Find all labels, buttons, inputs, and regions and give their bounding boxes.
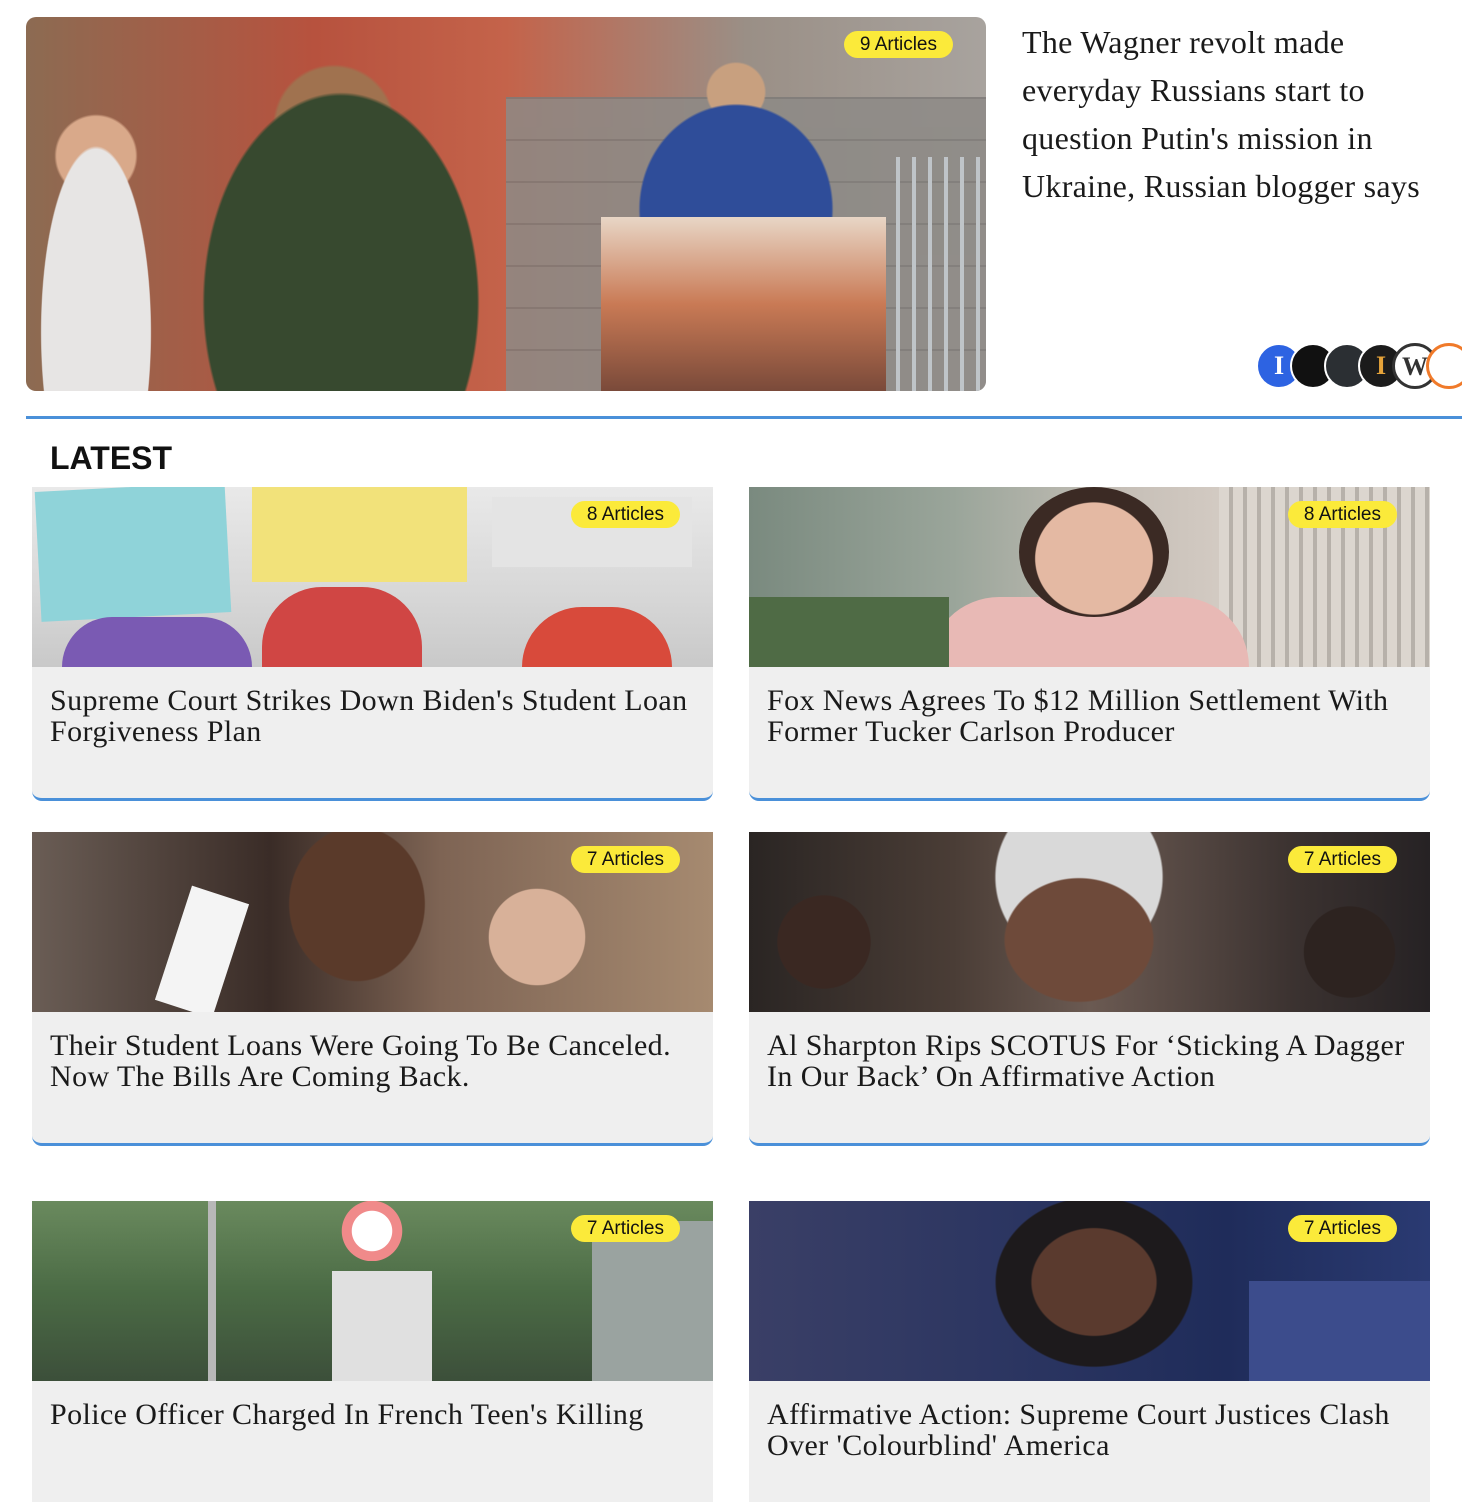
article-count-badge: 7 Articles (570, 846, 680, 873)
news-card[interactable]: 8 Articles Supreme Court Strikes Down Bi… (32, 487, 713, 801)
section-title: LATEST (50, 440, 173, 476)
hero-image-woman (26, 97, 166, 391)
protest-sign-yellow (252, 487, 467, 582)
person-left (749, 872, 899, 1012)
news-card[interactable]: 7 Articles Police Officer Charged In Fre… (32, 1201, 713, 1502)
smiling-graduate (262, 832, 452, 1012)
hero-image[interactable]: 9 Articles (26, 17, 986, 391)
card-headline[interactable]: Al Sharpton Rips SCOTUS For ‘Sticking A … (767, 1030, 1417, 1092)
person-right (1269, 892, 1430, 1012)
protester-red-shirt (262, 587, 422, 667)
news-card[interactable]: 7 Articles Their Student Loans Were Goin… (32, 832, 713, 1146)
card-headline[interactable]: Police Officer Charged In French Teen's … (50, 1399, 700, 1430)
card-headline[interactable]: Affirmative Action: Supreme Court Justic… (767, 1399, 1417, 1461)
section-divider (26, 416, 1462, 419)
article-count-badge: 7 Articles (1287, 846, 1397, 873)
source-logos[interactable]: IIW (1256, 343, 1462, 391)
flare-smoke (332, 1201, 412, 1261)
protester-purple-shirt (62, 617, 252, 667)
article-count-badge: 9 Articles (843, 31, 953, 58)
building (592, 1221, 713, 1381)
justice-portrait (979, 1201, 1209, 1381)
hero-image-poster (601, 217, 886, 391)
article-count-badge: 8 Articles (1287, 501, 1397, 528)
news-card[interactable]: 7 Articles Al Sharpton Rips SCOTUS For ‘… (749, 832, 1430, 1146)
trees (749, 597, 949, 667)
hero-image-soldier (166, 37, 516, 391)
article-count-badge: 7 Articles (1287, 1215, 1397, 1242)
card-headline[interactable]: Their Student Loans Were Going To Be Can… (50, 1030, 700, 1092)
article-count-badge: 8 Articles (570, 501, 680, 528)
hero-image-protester (586, 47, 886, 227)
lamp-post (208, 1201, 216, 1381)
flag-background (1249, 1281, 1430, 1381)
person-face (1019, 487, 1169, 617)
hero-image-fence (896, 157, 986, 391)
card-headline[interactable]: Fox News Agrees To $12 Million Settlemen… (767, 685, 1417, 747)
protester-red-shirt-2 (522, 607, 672, 667)
paper-sheet (154, 885, 250, 1012)
person-gray-hair (949, 832, 1209, 1012)
card-headline[interactable]: Supreme Court Strikes Down Biden's Stude… (50, 685, 700, 747)
street-sign (332, 1271, 432, 1381)
news-card[interactable]: 7 Articles Affirmative Action: Supreme C… (749, 1201, 1430, 1502)
person-headphones (462, 862, 612, 1012)
article-count-badge: 7 Articles (570, 1215, 680, 1242)
news-card[interactable]: 8 Articles Fox News Agrees To $12 Millio… (749, 487, 1430, 801)
hero-headline[interactable]: The Wagner revolt made everyday Russians… (1022, 18, 1442, 210)
protest-sign-blue (34, 487, 232, 622)
